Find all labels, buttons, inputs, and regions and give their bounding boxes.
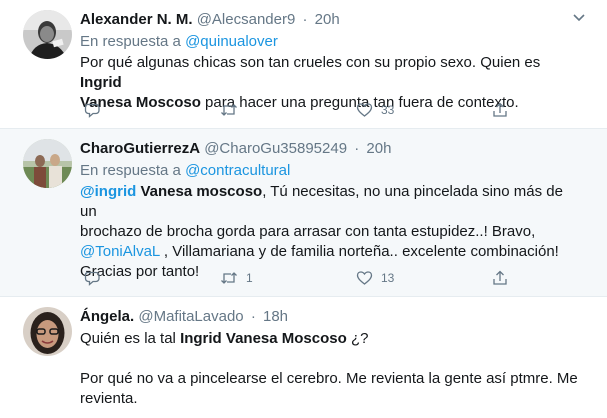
heart-icon — [356, 103, 373, 117]
tweet-header: Alexander N. M. @Alecsander9 · 20h — [80, 11, 340, 29]
reply-context: En respuesta a @quinualover — [80, 32, 278, 52]
tweet-angela[interactable]: Ángela. @MafitaLavado · 18h Quién es la … — [0, 297, 607, 418]
like-count: 13 — [381, 271, 395, 285]
text-line: revienta. — [80, 390, 138, 407]
tweet-text: @ingrid Vanesa moscoso, Tú necesitas, no… — [80, 182, 580, 282]
share-icon — [493, 102, 507, 117]
user-handle[interactable]: @Alecsander9 — [197, 11, 296, 28]
reply-user-link[interactable]: @quinualover — [185, 33, 278, 50]
heart-icon — [356, 271, 373, 285]
display-name[interactable]: Alexander N. M. — [80, 11, 193, 28]
tweet-charo[interactable]: CharoGutierrezA @CharoGu35895249 · 20h E… — [0, 129, 607, 297]
bold-segment: Ingrid — [80, 74, 122, 91]
display-name[interactable]: CharoGutierrezA — [80, 140, 200, 157]
tweet-alexander[interactable]: Alexander N. M. @Alecsander9 · 20h En re… — [0, 0, 607, 129]
reply-icon — [84, 103, 100, 118]
avatar[interactable] — [23, 10, 72, 59]
retweet-icon — [221, 104, 237, 116]
text-line: Por qué no va a pincelearse el cerebro. … — [80, 370, 578, 387]
user-handle[interactable]: @MafitaLavado — [138, 308, 243, 325]
tweet-actions: 1 13 — [80, 270, 507, 288]
timestamp[interactable]: 20h — [366, 140, 391, 157]
timestamp[interactable]: 20h — [315, 11, 340, 28]
text-segment: Quién es la tal — [80, 330, 181, 347]
text-segment: , Villamariana y de familia norteña.. ex… — [159, 243, 559, 260]
text-segment: ¿? — [346, 330, 369, 347]
mention-link[interactable]: @ToniAlvaL — [80, 243, 160, 260]
reply-user-link[interactable]: @contracultural — [185, 162, 290, 179]
tweet-header: Ángela. @MafitaLavado · 18h — [80, 308, 288, 326]
reply-button[interactable] — [84, 102, 101, 118]
avatar[interactable] — [23, 307, 72, 356]
bold-segment: Vanesa moscoso — [136, 183, 263, 200]
separator-dot: · — [250, 308, 256, 325]
separator-dot: · — [302, 11, 308, 28]
share-icon — [493, 270, 507, 285]
tweet-text: Quién es la tal Ingrid Vanesa Moscoso ¿?… — [80, 329, 580, 409]
reply-prefix: En respuesta a — [80, 33, 181, 50]
like-button[interactable]: 13 — [356, 270, 394, 286]
like-count: 33 — [381, 103, 395, 117]
chevron-down-icon[interactable] — [571, 12, 587, 24]
reply-button[interactable] — [84, 270, 101, 286]
retweet-icon — [221, 272, 237, 284]
mention-link[interactable]: @ingrid — [80, 183, 136, 200]
reply-icon — [84, 271, 100, 286]
avatar[interactable] — [23, 139, 72, 188]
display-name[interactable]: Ángela. — [80, 308, 134, 325]
separator-dot: · — [354, 140, 360, 157]
text-segment: Por qué algunas chicas son tan crueles c… — [80, 54, 541, 71]
reply-context: En respuesta a @contracultural — [80, 161, 290, 181]
retweet-count: 1 — [246, 271, 253, 285]
tweet-header: CharoGutierrezA @CharoGu35895249 · 20h — [80, 140, 391, 158]
user-handle[interactable]: @CharoGu35895249 — [204, 140, 347, 157]
share-button[interactable] — [492, 270, 508, 286]
retweet-button[interactable]: 1 — [220, 270, 253, 286]
timestamp[interactable]: 18h — [263, 308, 288, 325]
retweet-button[interactable] — [220, 102, 238, 118]
text-line: brochazo de brocha gorda para arrasar co… — [80, 223, 536, 240]
like-button[interactable]: 33 — [356, 102, 394, 118]
bold-segment: Ingrid Vanesa Moscoso — [180, 330, 347, 347]
tweet-actions: 33 — [80, 102, 507, 120]
share-button[interactable] — [492, 102, 508, 118]
reply-prefix: En respuesta a — [80, 162, 181, 179]
